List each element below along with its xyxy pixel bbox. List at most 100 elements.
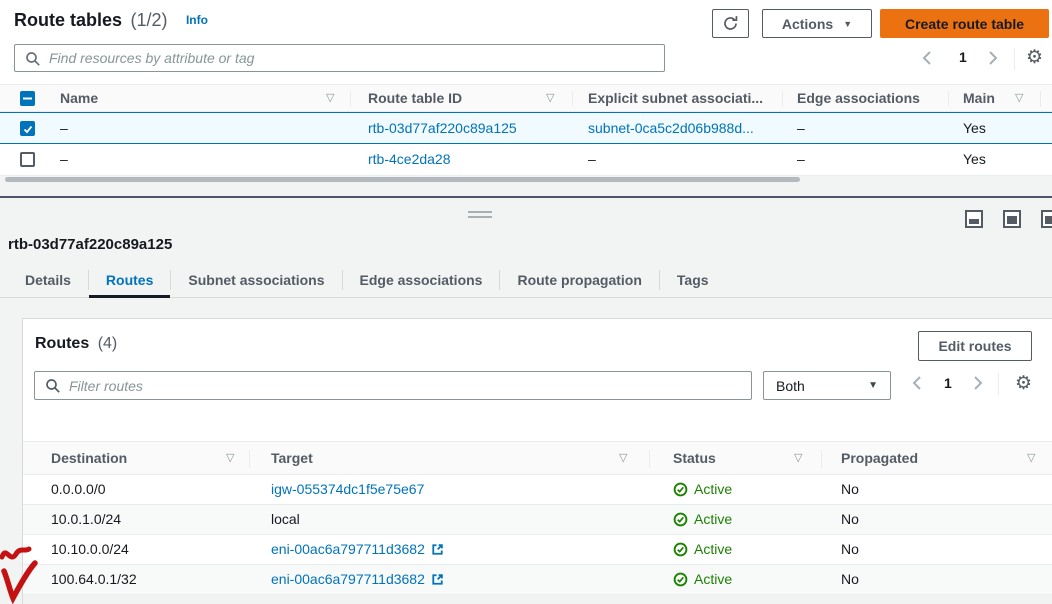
page-number[interactable]: 1	[959, 49, 967, 65]
sort-icon[interactable]: ▽	[326, 91, 334, 104]
side-panel-layout-icon[interactable]	[1041, 210, 1052, 228]
resource-search[interactable]	[14, 44, 665, 72]
previous-page-icon[interactable]	[922, 50, 932, 66]
check-icon	[23, 124, 33, 134]
sort-icon[interactable]: ▽	[794, 451, 802, 464]
tab-subnet-associations[interactable]: Subnet associations	[171, 262, 341, 297]
target-link[interactable]: eni-00ac6a797711d3682	[271, 571, 425, 587]
tab-tags[interactable]: Tags	[660, 262, 726, 297]
refresh-icon	[722, 15, 739, 32]
toolbar-divider	[1014, 48, 1015, 70]
routes-count: (4)	[98, 335, 118, 352]
cell-edge: –	[797, 151, 805, 167]
next-page-icon[interactable]	[973, 375, 983, 391]
full-panel-layout-icon[interactable]	[1003, 210, 1021, 228]
toolbar-divider	[998, 373, 999, 395]
status-badge: Active	[673, 571, 732, 587]
column-header-name[interactable]: Name	[60, 90, 98, 106]
tab-edge-associations[interactable]: Edge associations	[343, 262, 500, 297]
status-text: Active	[694, 511, 732, 527]
route-type-select[interactable]: Both ▼	[763, 371, 891, 400]
tab-route-propagation[interactable]: Route propagation	[500, 262, 658, 297]
column-header-route-table-id[interactable]: Route table ID	[368, 90, 462, 106]
column-divider	[948, 91, 949, 107]
table-row[interactable]: – rtb-03d77af220c89a125 subnet-0ca5c2d06…	[0, 112, 1052, 144]
route-row[interactable]: 10.10.0.0/24 eni-00ac6a797711d3682 Activ…	[23, 535, 1052, 565]
routes-filter-input[interactable]	[69, 372, 745, 399]
route-row[interactable]: 100.64.0.1/32 eni-00ac6a797711d3682 Acti…	[23, 565, 1052, 595]
column-divider	[649, 450, 650, 468]
edit-routes-button[interactable]: Edit routes	[918, 331, 1032, 361]
column-divider	[572, 91, 573, 107]
column-header-main[interactable]: Main	[963, 90, 995, 106]
status-active-icon	[673, 572, 688, 587]
settings-gear-icon[interactable]: ⚙	[1015, 374, 1032, 393]
resource-search-input[interactable]	[49, 45, 658, 71]
target-link[interactable]: igw-055374dc1f5e75e67	[271, 481, 424, 497]
sort-icon[interactable]: ▽	[226, 451, 234, 464]
cell-destination: 10.10.0.0/24	[51, 541, 129, 557]
external-link-icon[interactable]	[431, 573, 444, 586]
refresh-button[interactable]	[712, 9, 749, 38]
cell-main: Yes	[963, 120, 986, 136]
column-divider	[350, 91, 351, 107]
column-divider	[782, 91, 783, 107]
sort-icon[interactable]: ▽	[1027, 451, 1035, 464]
pane-resize-handle[interactable]	[468, 211, 492, 221]
selection-count: (1/2)	[130, 10, 167, 30]
route-table-id-link[interactable]: rtb-03d77af220c89a125	[368, 120, 517, 136]
route-row[interactable]: 10.0.1.0/24 local Active No	[23, 505, 1052, 535]
cell-propagated: No	[841, 571, 859, 587]
target-link[interactable]: eni-00ac6a797711d3682	[271, 541, 425, 557]
page-number[interactable]: 1	[944, 375, 952, 391]
tab-details[interactable]: Details	[8, 262, 88, 297]
routes-title: Routes	[35, 335, 89, 352]
search-icon	[45, 378, 61, 394]
column-header-edge-associations[interactable]: Edge associations	[797, 90, 920, 106]
routes-filter[interactable]	[34, 371, 752, 400]
actions-button[interactable]: Actions ▼	[762, 9, 872, 38]
column-header-destination[interactable]: Destination	[51, 450, 127, 466]
next-page-icon[interactable]	[988, 50, 998, 66]
sort-icon[interactable]: ▽	[619, 451, 627, 464]
route-table-id-link[interactable]: rtb-4ce2da28	[368, 151, 451, 167]
status-badge: Active	[673, 541, 732, 557]
detail-pane: rtb-03d77af220c89a125 Details Routes Sub…	[0, 198, 1052, 604]
cell-propagated: No	[841, 541, 859, 557]
row-checkbox-checked[interactable]	[20, 121, 35, 136]
status-active-icon	[673, 482, 688, 497]
bottom-panel-layout-icon[interactable]	[965, 210, 983, 228]
tab-routes[interactable]: Routes	[89, 262, 170, 297]
route-row[interactable]: 0.0.0.0/0 igw-055374dc1f5e75e67 Active N…	[23, 475, 1052, 505]
detail-title: rtb-03d77af220c89a125	[8, 236, 172, 253]
column-header-status[interactable]: Status	[673, 450, 716, 466]
select-all-checkbox[interactable]	[20, 91, 35, 106]
create-route-table-button[interactable]: Create route table	[880, 9, 1049, 38]
cell-target: local	[271, 511, 300, 527]
cell-subnet: –	[588, 151, 596, 167]
indeterminate-icon	[23, 94, 32, 103]
caret-down-icon: ▼	[868, 380, 878, 391]
cell-propagated: No	[841, 481, 859, 497]
column-header-target[interactable]: Target	[271, 450, 313, 466]
sort-icon[interactable]: ▽	[1015, 91, 1023, 104]
table-row[interactable]: – rtb-4ce2da28 – – Yes	[0, 144, 1052, 176]
column-header-propagated[interactable]: Propagated	[841, 450, 918, 466]
column-header-explicit-subnet[interactable]: Explicit subnet associati...	[588, 90, 763, 106]
cell-destination: 100.64.0.1/32	[51, 571, 137, 587]
settings-gear-icon[interactable]: ⚙	[1026, 48, 1043, 67]
row-checkbox-unchecked[interactable]	[20, 152, 35, 167]
scrollbar-thumb[interactable]	[5, 177, 800, 182]
subnet-link[interactable]: subnet-0ca5c2d06b988d...	[588, 120, 754, 136]
detail-tabs: Details Routes Subnet associations Edge …	[0, 262, 1052, 298]
column-divider	[1040, 91, 1041, 107]
previous-page-icon[interactable]	[912, 375, 922, 391]
external-link-icon[interactable]	[431, 543, 444, 556]
sort-icon[interactable]: ▽	[546, 91, 554, 104]
route-tables-header-row: Name ▽ Route table ID ▽ Explicit subnet …	[0, 84, 1052, 112]
cell-main: Yes	[963, 151, 986, 167]
info-link[interactable]: Info	[186, 13, 208, 27]
routes-card: Routes (4) Edit routes Both ▼ 1 ⚙	[22, 318, 1052, 604]
status-badge: Active	[673, 511, 732, 527]
page-header: Route tables (1/2) Info	[14, 10, 208, 31]
